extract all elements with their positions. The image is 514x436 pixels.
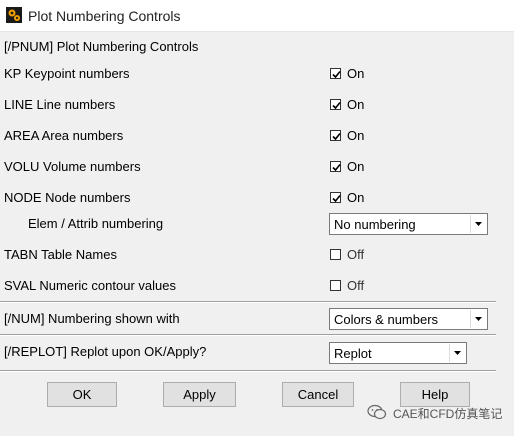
kp-state: On: [347, 66, 365, 81]
row-label: KP Keypoint numbers: [4, 66, 130, 81]
row-label: TABN Table Names: [4, 247, 117, 262]
area-checkbox[interactable]: [330, 130, 341, 141]
watermark: CAE和CFD仿真笔记: [367, 402, 507, 422]
dropdown-arrow-button[interactable]: [470, 215, 486, 233]
num-label: [/NUM] Numbering shown with: [4, 311, 180, 326]
row-kp: KP Keypoint numbers On: [0, 62, 514, 86]
sval-state: Off: [347, 278, 365, 293]
checkmark-icon: [332, 194, 341, 203]
volu-checkbox[interactable]: [330, 161, 341, 172]
elem-numbering-value: No numbering: [334, 217, 416, 232]
checkmark-icon: [332, 101, 341, 110]
header-row: [/PNUM] Plot Numbering Controls: [0, 35, 514, 59]
numbering-shown-select[interactable]: Colors & numbers: [329, 308, 488, 330]
wechat-icon: [367, 404, 387, 423]
checkmark-icon: [332, 132, 341, 141]
dropdown-arrow-button[interactable]: [449, 344, 465, 362]
volu-state: On: [347, 159, 365, 174]
cancel-button[interactable]: Cancel: [282, 382, 354, 407]
row-label: LINE Line numbers: [4, 97, 116, 112]
sval-checkbox[interactable]: [330, 280, 341, 291]
chevron-down-icon: [475, 222, 482, 226]
ansys-gear-icon: [6, 7, 22, 23]
dropdown-arrow-button[interactable]: [470, 310, 486, 328]
line-checkbox[interactable]: [330, 99, 341, 110]
replot-select[interactable]: Replot: [329, 342, 467, 364]
row-label: VOLU Volume numbers: [4, 159, 141, 174]
area-state: On: [347, 128, 365, 143]
checkmark-icon: [332, 163, 341, 172]
node-state: On: [347, 190, 365, 205]
watermark-text: CAE和CFD仿真笔记: [393, 407, 503, 421]
replot-value: Replot: [334, 346, 372, 361]
row-label: SVAL Numeric contour values: [4, 278, 176, 293]
row-sval: SVAL Numeric contour values Off: [0, 274, 514, 298]
elem-numbering-select[interactable]: No numbering: [329, 213, 488, 235]
tabn-checkbox[interactable]: [330, 249, 341, 260]
row-line: LINE Line numbers On: [0, 93, 514, 117]
chevron-down-icon: [454, 351, 461, 355]
row-area: AREA Area numbers On: [0, 124, 514, 148]
node-checkbox[interactable]: [330, 192, 341, 203]
title-bar[interactable]: Plot Numbering Controls: [0, 0, 514, 32]
row-tabn: TABN Table Names Off: [0, 243, 514, 267]
row-label: AREA Area numbers: [4, 128, 124, 143]
pnum-header: [/PNUM] Plot Numbering Controls: [4, 39, 199, 54]
separator: [0, 301, 496, 303]
row-volu: VOLU Volume numbers On: [0, 155, 514, 179]
line-state: On: [347, 97, 365, 112]
chevron-down-icon: [475, 317, 482, 321]
elem-label: Elem / Attrib numbering: [28, 216, 164, 231]
kp-checkbox[interactable]: [330, 68, 341, 79]
apply-button[interactable]: Apply: [163, 382, 236, 407]
separator: [0, 334, 496, 336]
tabn-state: Off: [347, 247, 365, 262]
row-node: NODE Node numbers On: [0, 186, 514, 210]
separator: [0, 370, 496, 372]
row-label: NODE Node numbers: [4, 190, 131, 205]
window-title: Plot Numbering Controls: [28, 8, 181, 24]
ok-button[interactable]: OK: [47, 382, 117, 407]
checkmark-icon: [332, 70, 341, 79]
numbering-shown-value: Colors & numbers: [334, 312, 439, 327]
replot-label: [/REPLOT] Replot upon OK/Apply?: [4, 344, 207, 359]
